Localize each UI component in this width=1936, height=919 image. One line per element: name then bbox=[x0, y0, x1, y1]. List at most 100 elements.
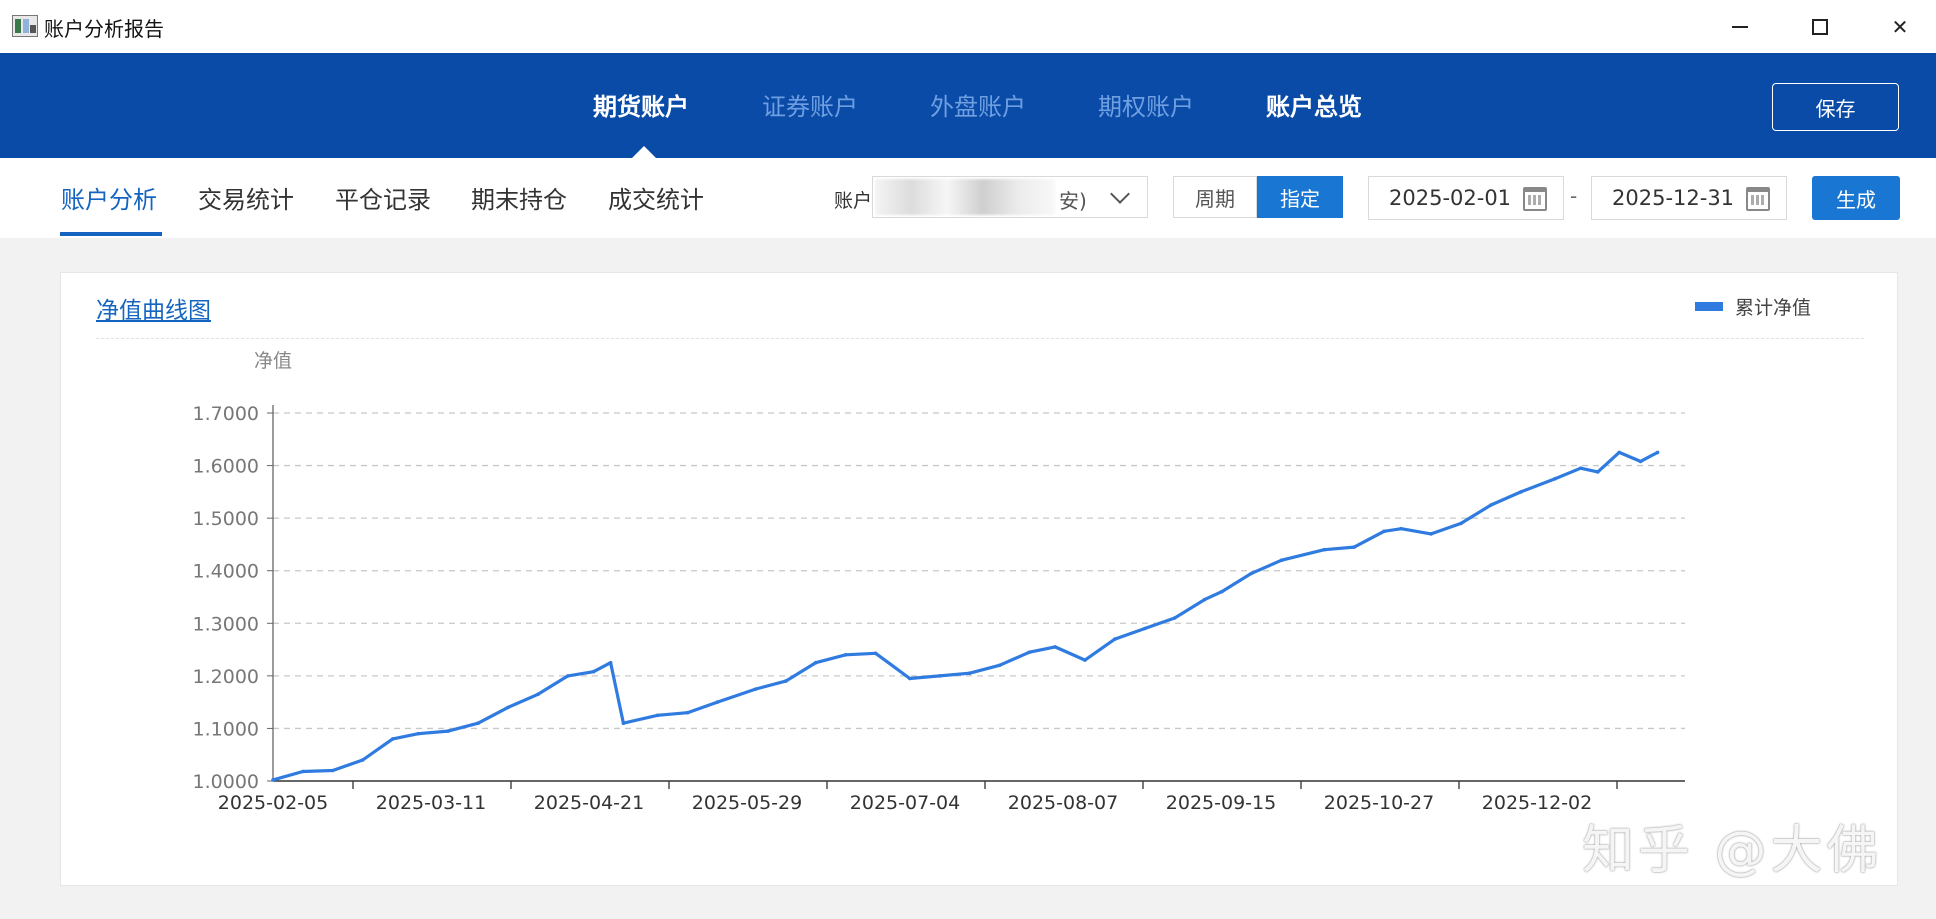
data-point bbox=[873, 651, 878, 656]
data-point bbox=[937, 674, 942, 678]
x-tick-label: 2025-03-11 bbox=[376, 792, 486, 814]
chevron-down-icon bbox=[1110, 184, 1130, 204]
data-point bbox=[608, 660, 613, 665]
maximize-icon bbox=[1812, 19, 1828, 35]
data-point bbox=[715, 700, 720, 704]
data-point bbox=[784, 679, 788, 683]
data-point bbox=[967, 671, 972, 675]
calendar-icon[interactable] bbox=[1746, 187, 1770, 211]
data-point bbox=[360, 758, 365, 762]
nav-securities-account[interactable]: 证券账户 bbox=[762, 87, 858, 122]
tab-ending-positions[interactable]: 期末持仓 bbox=[471, 180, 567, 215]
tab-trade-statistics[interactable]: 交易统计 bbox=[198, 180, 294, 215]
custom-toggle[interactable]: 指定 bbox=[1257, 176, 1343, 218]
window-title: 账户分析报告 bbox=[44, 17, 164, 41]
data-point bbox=[446, 729, 451, 733]
data-point bbox=[301, 769, 305, 774]
account-value: 安) bbox=[1059, 189, 1087, 213]
active-tab-underline bbox=[60, 232, 162, 236]
window-titlebar: 账户分析报告 ✕ bbox=[0, 0, 1936, 53]
account-label: 账户 bbox=[834, 190, 873, 212]
data-point bbox=[754, 687, 758, 691]
calendar-icon[interactable] bbox=[1523, 187, 1547, 211]
data-point bbox=[1083, 658, 1087, 662]
x-tick-label: 2025-09-15 bbox=[1166, 792, 1276, 814]
data-point bbox=[416, 731, 421, 736]
x-tick-label: 2025-02-05 bbox=[218, 792, 328, 814]
top-navigation: 期货账户 证券账户 外盘账户 期权账户 账户总览 保存 bbox=[0, 53, 1936, 158]
data-point bbox=[271, 778, 275, 782]
data-point bbox=[1113, 637, 1117, 641]
account-redacted bbox=[875, 179, 1055, 215]
y-tick-label: 1.6000 bbox=[193, 456, 259, 478]
data-point bbox=[1352, 545, 1356, 549]
end-date-picker[interactable]: 2025-12-31 bbox=[1591, 176, 1787, 220]
x-tick-label: 2025-12-02 bbox=[1482, 792, 1592, 814]
nav-options-account[interactable]: 期权账户 bbox=[1098, 87, 1194, 122]
sub-toolbar: 账户分析 交易统计 平仓记录 期末持仓 成交统计 账户 安) 周期 指定 202… bbox=[0, 158, 1936, 238]
tab-closing-records[interactable]: 平仓记录 bbox=[335, 180, 431, 215]
data-point bbox=[1202, 597, 1207, 602]
data-point bbox=[506, 705, 510, 710]
generate-button[interactable]: 生成 bbox=[1812, 176, 1900, 220]
data-point bbox=[1578, 466, 1583, 470]
y-tick-label: 1.7000 bbox=[193, 403, 259, 425]
minimize-icon bbox=[1732, 26, 1748, 28]
start-date-picker[interactable]: 2025-02-01 bbox=[1368, 176, 1564, 220]
nav-overseas-account[interactable]: 外盘账户 bbox=[930, 87, 1026, 122]
data-point bbox=[1027, 650, 1032, 654]
data-point bbox=[1279, 558, 1284, 562]
series-line bbox=[272, 450, 1659, 782]
nav-curve-card: 净值曲线图 累计净值 净值 1.0000 1.1000 1.2000 1.3000 1.4… bbox=[60, 272, 1898, 886]
data-point bbox=[1382, 529, 1386, 534]
x-tick-label: 2025-04-21 bbox=[534, 792, 644, 814]
y-tick-label: 1.4000 bbox=[193, 561, 259, 583]
period-toggle[interactable]: 周期 bbox=[1173, 176, 1257, 218]
data-point bbox=[1638, 459, 1643, 464]
data-point bbox=[843, 653, 848, 657]
data-point bbox=[476, 721, 480, 725]
maximize-button[interactable] bbox=[1790, 8, 1850, 46]
minimize-button[interactable] bbox=[1710, 8, 1770, 46]
data-point bbox=[685, 710, 690, 715]
data-point bbox=[1489, 503, 1493, 507]
data-point bbox=[655, 713, 660, 718]
data-point bbox=[1429, 532, 1433, 536]
tab-fill-statistics[interactable]: 成交统计 bbox=[608, 180, 704, 215]
data-point bbox=[997, 663, 1002, 668]
y-tick-label: 1.5000 bbox=[193, 508, 259, 530]
app-icon bbox=[12, 15, 38, 37]
tab-account-analysis[interactable]: 账户分析 bbox=[61, 180, 157, 215]
nav-line-chart: 净值 1.0000 1.1000 1.2000 1.3000 1.4000 1.5000 1.… bbox=[193, 350, 1685, 814]
y-tick-label: 1.0000 bbox=[193, 771, 259, 793]
data-point bbox=[536, 692, 540, 697]
nav-account-overview[interactable]: 账户总览 bbox=[1266, 87, 1362, 122]
data-point bbox=[908, 676, 912, 681]
data-point bbox=[621, 721, 626, 725]
data-point bbox=[566, 674, 570, 678]
y-axis-label: 净值 bbox=[254, 350, 292, 372]
data-point bbox=[1322, 547, 1327, 552]
data-point bbox=[1553, 476, 1557, 481]
y-tick-label: 1.3000 bbox=[193, 613, 259, 635]
y-tick-label: 1.2000 bbox=[193, 666, 259, 688]
save-button[interactable]: 保存 bbox=[1772, 83, 1899, 131]
x-tick-label: 2025-05-29 bbox=[692, 792, 802, 814]
account-select[interactable]: 安) bbox=[872, 176, 1148, 218]
close-button[interactable]: ✕ bbox=[1870, 8, 1930, 46]
data-point bbox=[1053, 645, 1057, 649]
data-point bbox=[390, 737, 395, 741]
active-nav-indicator bbox=[632, 146, 656, 158]
nav-futures-account[interactable]: 期货账户 bbox=[593, 87, 689, 122]
data-point bbox=[1655, 450, 1660, 455]
data-point bbox=[331, 768, 335, 773]
data-point bbox=[1172, 616, 1177, 620]
data-point bbox=[1219, 589, 1224, 594]
y-tick-label: 1.1000 bbox=[193, 718, 259, 740]
x-tick-label: 2025-08-07 bbox=[1008, 792, 1118, 814]
data-point bbox=[1596, 470, 1600, 474]
data-point bbox=[1249, 571, 1254, 576]
date-separator: - bbox=[1570, 184, 1578, 208]
start-date-value: 2025-02-01 bbox=[1389, 186, 1512, 210]
data-point bbox=[1617, 450, 1621, 455]
